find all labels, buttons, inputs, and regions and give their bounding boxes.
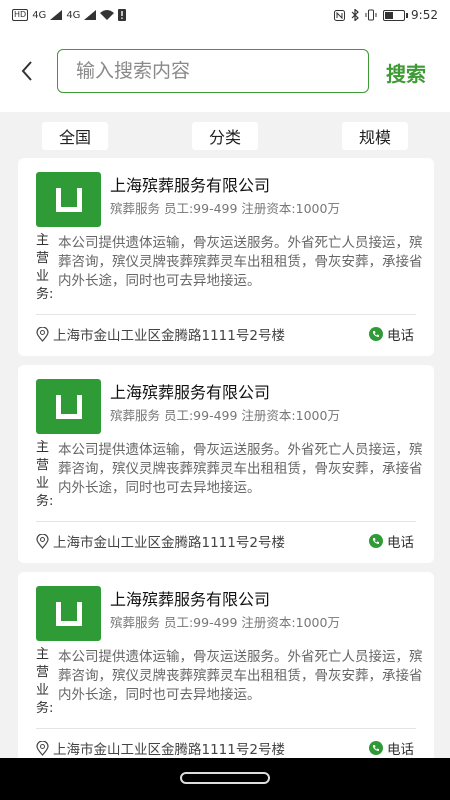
phone-button[interactable]: 电话	[369, 531, 414, 551]
company-address: 上海市金山工业区金腾路1111号2号楼	[36, 738, 285, 758]
alert-icon	[118, 9, 127, 21]
company-card[interactable]: 上海殡葬服务有限公司 殡葬服务 员工:99-499 注册资本:1000万 主营业…	[18, 158, 434, 356]
status-bar: HD 4G 4G 9:52	[0, 0, 450, 30]
search-box[interactable]	[57, 49, 369, 93]
divider	[36, 728, 416, 729]
phone-label: 电话	[387, 742, 414, 758]
back-button[interactable]	[12, 56, 42, 86]
business-label: 主营业务:	[36, 647, 54, 716]
home-indicator[interactable]	[180, 772, 270, 784]
battery-icon	[383, 9, 409, 21]
company-logo	[36, 586, 101, 641]
company-card[interactable]: 上海殡葬服务有限公司 殡葬服务 员工:99-499 注册资本:1000万 主营业…	[18, 365, 434, 563]
status-right: 9:52	[334, 8, 438, 22]
system-nav-bar	[0, 758, 450, 800]
address-text: 上海市金山工业区金腾路1111号2号楼	[53, 328, 285, 344]
filter-category[interactable]: 分类	[192, 122, 258, 150]
business-label: 主营业务:	[36, 440, 54, 509]
search-header: 搜索	[0, 30, 450, 112]
phone-button[interactable]: 电话	[369, 738, 414, 758]
location-pin-icon	[36, 533, 49, 549]
signal-icon	[50, 10, 63, 20]
company-meta: 殡葬服务 员工:99-499 注册资本:1000万	[110, 408, 340, 423]
address-text: 上海市金山工业区金腾路1111号2号楼	[53, 742, 285, 758]
phone-icon	[369, 534, 383, 548]
business-description: 本公司提供遗体运输，骨灰运送服务。外省死亡人员接运，殡葬咨询，殡仪灵牌丧葬殡葬灵…	[58, 235, 423, 289]
search-input[interactable]	[76, 60, 368, 82]
company-name: 上海殡葬服务有限公司	[110, 176, 271, 195]
hd-badge: HD	[12, 9, 29, 21]
phone-icon	[369, 327, 383, 341]
business-description: 本公司提供遗体运输，骨灰运送服务。外省死亡人员接运，殡葬咨询，殡仪灵牌丧葬殡葬灵…	[58, 649, 423, 703]
status-left: HD 4G 4G	[12, 9, 127, 21]
location-pin-icon	[36, 326, 49, 342]
signal-tag-1: 4G	[32, 9, 47, 21]
company-card[interactable]: 上海殡葬服务有限公司 殡葬服务 员工:99-499 注册资本:1000万 主营业…	[18, 572, 434, 758]
bluetooth-icon	[351, 9, 359, 21]
phone-label: 电话	[387, 535, 414, 551]
company-meta: 殡葬服务 员工:99-499 注册资本:1000万	[110, 615, 340, 630]
clock: 9:52	[411, 8, 438, 22]
company-name: 上海殡葬服务有限公司	[110, 383, 271, 402]
location-pin-icon	[36, 740, 49, 756]
divider	[36, 521, 416, 522]
phone-button[interactable]: 电话	[369, 324, 414, 344]
phone-label: 电话	[387, 328, 414, 344]
nfc-icon	[334, 9, 346, 21]
company-address: 上海市金山工业区金腾路1111号2号楼	[36, 531, 285, 551]
company-name: 上海殡葬服务有限公司	[110, 590, 271, 609]
signal-icon	[84, 10, 97, 20]
address-text: 上海市金山工业区金腾路1111号2号楼	[53, 535, 285, 551]
divider	[36, 314, 416, 315]
phone-icon	[369, 741, 383, 755]
company-logo	[36, 172, 101, 227]
company-meta: 殡葬服务 员工:99-499 注册资本:1000万	[110, 201, 340, 216]
wifi-icon	[100, 10, 115, 20]
filter-bar: 全国 分类 规模	[0, 112, 450, 158]
business-description: 本公司提供遗体运输，骨灰运送服务。外省死亡人员接运，殡葬咨询，殡仪灵牌丧葬殡葬灵…	[58, 442, 423, 496]
filter-scale[interactable]: 规模	[342, 122, 408, 150]
back-arrow-icon	[21, 61, 32, 81]
company-address: 上海市金山工业区金腾路1111号2号楼	[36, 324, 285, 344]
search-button[interactable]: 搜索	[386, 58, 426, 87]
business-label: 主营业务:	[36, 233, 54, 302]
filter-region[interactable]: 全国	[42, 122, 108, 150]
signal-tag-2: 4G	[66, 9, 81, 21]
company-list: 上海殡葬服务有限公司 殡葬服务 员工:99-499 注册资本:1000万 主营业…	[0, 158, 450, 758]
company-logo	[36, 379, 101, 434]
vibrate-icon	[365, 9, 377, 21]
